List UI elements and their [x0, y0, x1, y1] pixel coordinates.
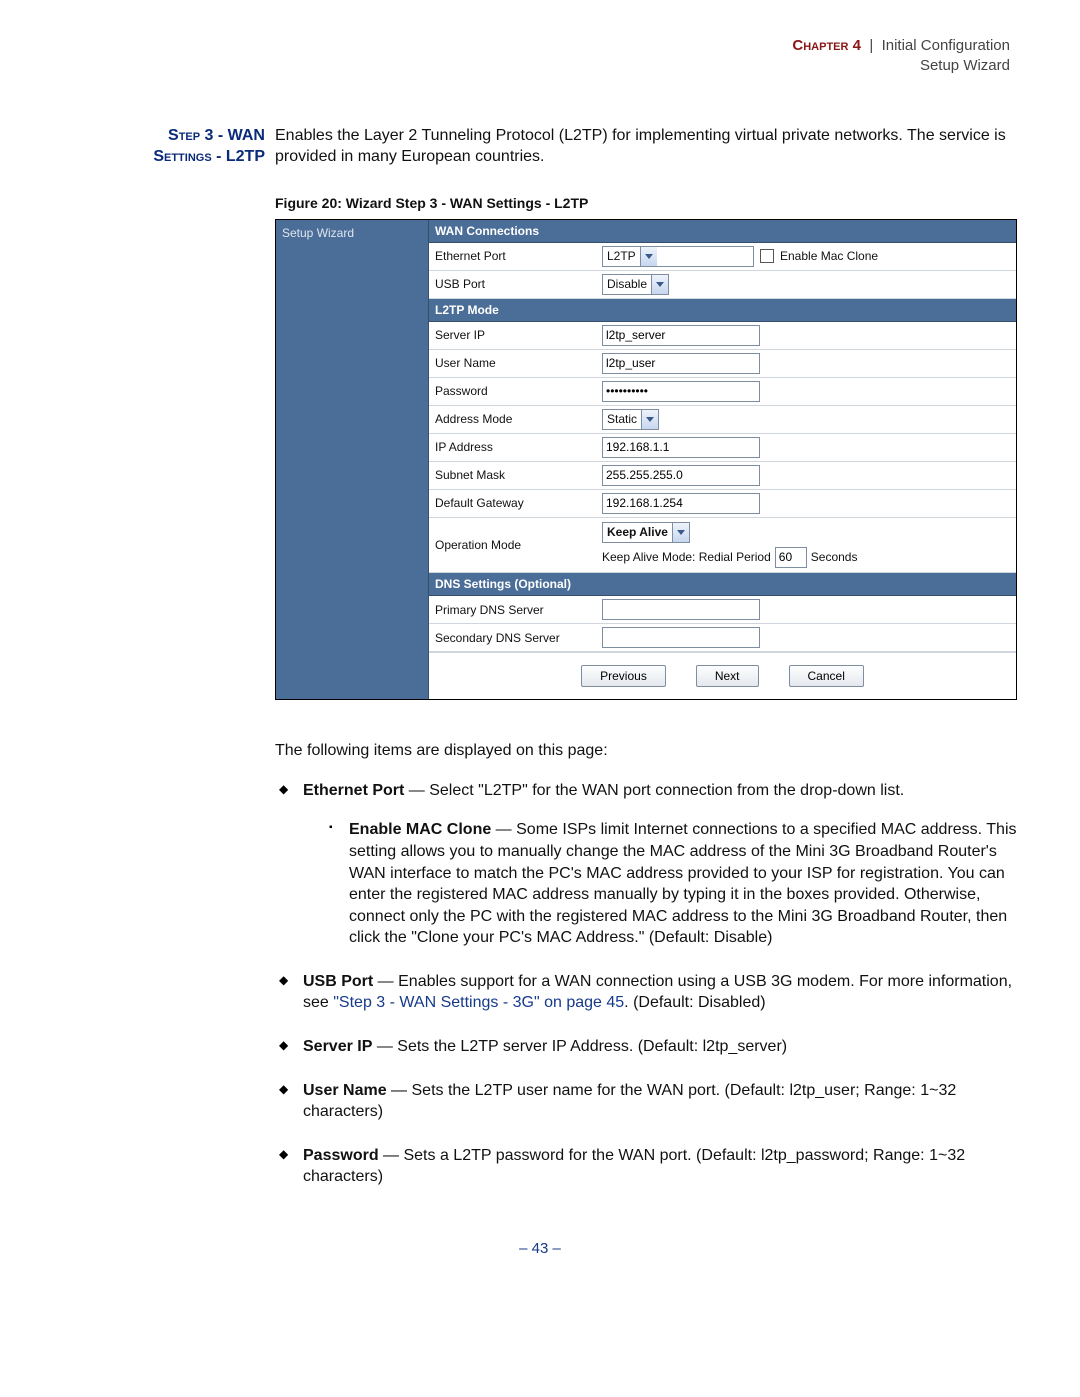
user-name-input[interactable] [602, 353, 760, 374]
label-password: Password [429, 379, 596, 403]
item-usb-port: USB Port — Enables support for a WAN con… [275, 971, 1017, 1014]
section-wan-connections: WAN Connections [429, 220, 1016, 243]
header-sep: | [869, 37, 873, 54]
password-input[interactable] [602, 381, 760, 402]
cancel-button[interactable]: Cancel [789, 665, 864, 687]
ethernet-port-select[interactable]: L2TP [602, 246, 754, 267]
item-label: Enable MAC Clone [349, 821, 491, 838]
label-user-name: User Name [429, 351, 596, 375]
chapter-label: Chapter 4 [792, 37, 861, 54]
chevron-down-icon [651, 275, 668, 294]
label-operation-mode: Operation Mode [429, 518, 596, 572]
chevron-down-icon [641, 410, 658, 429]
cross-reference-link[interactable]: "Step 3 - WAN Settings - 3G" on page 45 [333, 994, 624, 1011]
default-gateway-input[interactable] [602, 493, 760, 514]
figure-caption: Figure 20: Wizard Step 3 - WAN Settings … [275, 194, 1017, 213]
primary-dns-input[interactable] [602, 599, 760, 620]
label-secondary-dns: Secondary DNS Server [429, 626, 596, 650]
item-password: Password — Sets a L2TP password for the … [275, 1145, 1017, 1188]
item-label: Password [303, 1147, 379, 1164]
redial-label-pre: Keep Alive Mode: Redial Period [602, 549, 771, 565]
header-title-1: Initial Configuration [882, 37, 1010, 54]
item-user-name: User Name — Sets the L2TP user name for … [275, 1080, 1017, 1123]
item-server-ip: Server IP — Sets the L2TP server IP Addr… [275, 1036, 1017, 1058]
label-default-gateway: Default Gateway [429, 491, 596, 515]
redial-period-input[interactable] [775, 547, 807, 568]
section-heading: Step 3 - WAN Settings - L2TP [70, 125, 265, 168]
section-l2tp-mode: L2TP Mode [429, 299, 1016, 322]
page-header: Chapter 4 | Initial Configuration Setup … [70, 36, 1010, 77]
item-text: — Some ISPs limit Internet connections t… [349, 821, 1017, 946]
item-text-post: . (Default: Disabled) [624, 994, 765, 1011]
subitem-enable-mac-clone: Enable MAC Clone — Some ISPs limit Inter… [329, 819, 1017, 949]
subnet-mask-input[interactable] [602, 465, 760, 486]
label-address-mode: Address Mode [429, 407, 596, 431]
section-dns: DNS Settings (Optional) [429, 573, 1016, 596]
wizard-button-bar: Previous Next Cancel [429, 652, 1016, 699]
body-lead: The following items are displayed on thi… [275, 740, 1017, 762]
item-text: — Sets the L2TP user name for the WAN po… [303, 1082, 956, 1121]
enable-mac-clone-checkbox[interactable] [760, 249, 774, 263]
wizard-sidebar: Setup Wizard [276, 220, 429, 700]
address-mode-select[interactable]: Static [602, 409, 659, 430]
item-ethernet-port: Ethernet Port — Select "L2TP" for the WA… [275, 780, 1017, 949]
label-subnet-mask: Subnet Mask [429, 463, 596, 487]
item-label: USB Port [303, 973, 373, 990]
chevron-down-icon [640, 247, 657, 266]
item-text: — Sets the L2TP server IP Address. (Defa… [372, 1038, 787, 1055]
label-primary-dns: Primary DNS Server [429, 598, 596, 622]
address-mode-value: Static [603, 411, 641, 427]
item-text: — Sets a L2TP password for the WAN port.… [303, 1147, 965, 1186]
secondary-dns-input[interactable] [602, 627, 760, 648]
section-heading-line2: Settings - L2TP [153, 148, 265, 165]
page-number: – 43 – [70, 1240, 1010, 1257]
item-text: — Select "L2TP" for the WAN port connect… [404, 782, 904, 799]
chevron-down-icon [672, 523, 689, 542]
ip-address-input[interactable] [602, 437, 760, 458]
label-ip-address: IP Address [429, 435, 596, 459]
label-usb-port: USB Port [429, 272, 596, 296]
label-server-ip: Server IP [429, 323, 596, 347]
redial-label-post: Seconds [811, 549, 858, 565]
item-label: Server IP [303, 1038, 372, 1055]
usb-port-select[interactable]: Disable [602, 274, 669, 295]
enable-mac-clone-label: Enable Mac Clone [780, 248, 878, 264]
operation-mode-value: Keep Alive [603, 524, 672, 540]
section-heading-line1: Step 3 - WAN [168, 127, 265, 144]
intro-text: Enables the Layer 2 Tunneling Protocol (… [275, 125, 1017, 168]
wizard-sidebar-label: Setup Wizard [282, 226, 354, 240]
usb-port-value: Disable [603, 276, 651, 292]
operation-mode-select[interactable]: Keep Alive [602, 522, 690, 543]
server-ip-input[interactable] [602, 325, 760, 346]
item-label: User Name [303, 1082, 387, 1099]
label-ethernet-port: Ethernet Port [429, 244, 596, 268]
item-label: Ethernet Port [303, 782, 404, 799]
wizard-window: Setup Wizard WAN Connections Ethernet Po… [275, 219, 1017, 701]
ethernet-port-value: L2TP [603, 248, 640, 264]
item-list: Ethernet Port — Select "L2TP" for the WA… [275, 780, 1017, 1188]
next-button[interactable]: Next [696, 665, 759, 687]
previous-button[interactable]: Previous [581, 665, 666, 687]
header-title-2: Setup Wizard [920, 57, 1010, 74]
